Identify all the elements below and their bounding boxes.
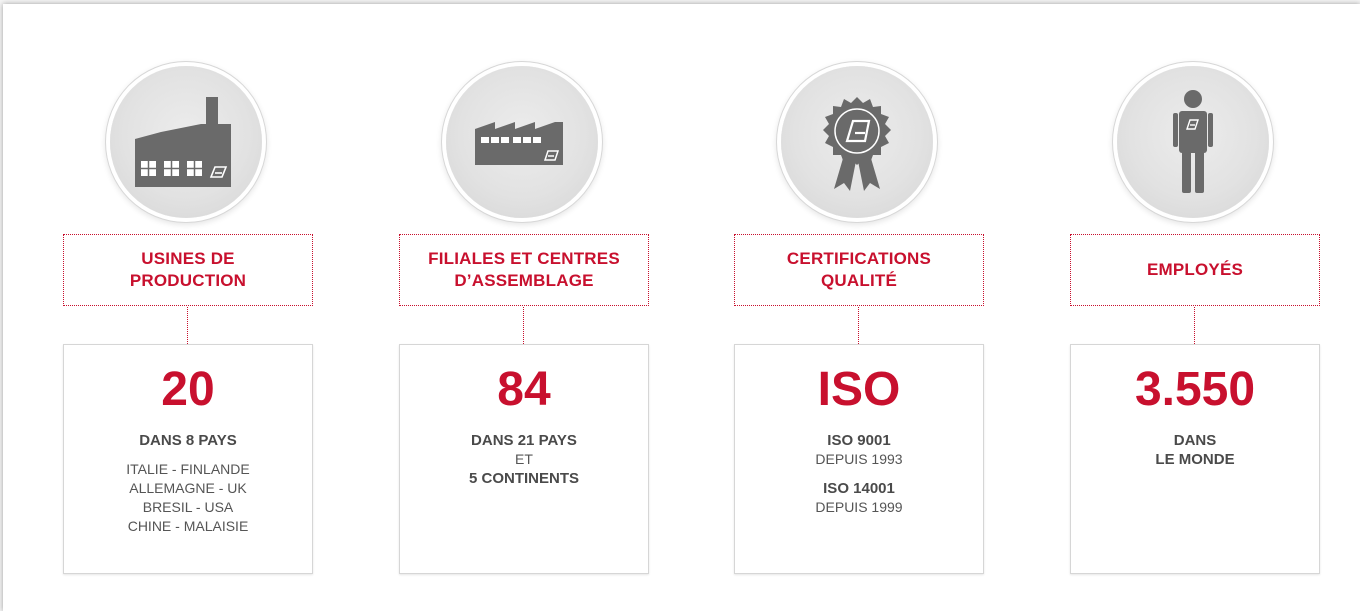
dotted-connector — [858, 307, 859, 344]
factories-detail: BRESIL - USA — [142, 499, 234, 515]
factories-card: 20 DANS 8 PAYS ITALIE - FINLANDE ALLEMAG… — [63, 344, 313, 574]
certification-since: DEPUIS 1999 — [815, 499, 903, 515]
dotted-connector — [187, 307, 188, 344]
dotted-connector — [523, 307, 524, 344]
certifications-value: ISO — [817, 363, 901, 416]
certification-since: DEPUIS 1993 — [815, 451, 903, 467]
assembly-plant-icon — [475, 122, 563, 165]
dotted-connector — [1194, 307, 1195, 344]
subsidiaries-value: 84 — [497, 363, 551, 416]
certification-name: ISO 14001 — [823, 480, 895, 497]
factories-detail: ITALIE - FINLANDE — [126, 461, 250, 477]
employees-title-line1: EMPLOYÉS — [1146, 260, 1244, 279]
factories-detail: ALLEMAGNE - UK — [129, 480, 247, 496]
subsidiaries-conjunction: ET — [515, 451, 533, 467]
factories-title-line1: USINES DE — [141, 249, 235, 268]
employees-card: 3.550 DANS LE MONDE — [1070, 344, 1320, 574]
factories-title-line2: PRODUCTION — [129, 271, 247, 290]
stat-column-employees: EMPLOYÉS 3.550 DANS LE MONDE — [1070, 4, 1320, 611]
employee-icon — [1173, 90, 1213, 193]
factory-icon — [135, 97, 231, 187]
subsidiaries-countries: DANS 21 PAYS — [471, 432, 577, 449]
infographic-panel: USINES DE PRODUCTION 20 DANS 8 PAYS ITAL… — [3, 4, 1360, 611]
employees-title: EMPLOYÉS — [1070, 234, 1320, 306]
employees-value: 3.550 — [1134, 363, 1256, 416]
stat-column-factories: USINES DE PRODUCTION 20 DANS 8 PAYS ITAL… — [63, 4, 313, 611]
subsidiaries-card: 84 DANS 21 PAYS ET 5 CONTINENTS — [399, 344, 649, 574]
stat-column-certifications: CERTIFICATIONS QUALITÉ ISO ISO 9001 DEPU… — [734, 4, 984, 611]
subsidiaries-title: FILIALES ET CENTRES D’ASSEMBLAGE — [399, 234, 649, 306]
stat-column-subsidiaries: FILIALES ET CENTRES D’ASSEMBLAGE 84 DANS… — [399, 4, 649, 611]
factories-subtitle: DANS 8 PAYS — [139, 432, 237, 449]
employees-line1: DANS — [1173, 432, 1217, 449]
certifications-title-line2: QUALITÉ — [820, 271, 897, 290]
subsidiaries-continents: 5 CONTINENTS — [468, 470, 579, 487]
employee-icon-circle — [1117, 66, 1269, 218]
certification-badge-icon — [823, 97, 891, 191]
assembly-icon-circle — [446, 66, 598, 218]
subsidiaries-title-line2: D’ASSEMBLAGE — [454, 271, 594, 290]
certification-icon-circle — [781, 66, 933, 218]
certifications-title: CERTIFICATIONS QUALITÉ — [734, 234, 984, 306]
certifications-title-line1: CERTIFICATIONS — [786, 249, 932, 268]
factories-detail: CHINE - MALAISIE — [127, 518, 249, 534]
factory-icon-circle — [110, 66, 262, 218]
certifications-card: ISO ISO 9001 DEPUIS 1993 ISO 14001 DEPUI… — [734, 344, 984, 574]
certification-name: ISO 9001 — [827, 432, 891, 449]
factories-title: USINES DE PRODUCTION — [63, 234, 313, 306]
subsidiaries-title-line1: FILIALES ET CENTRES — [428, 249, 620, 268]
factories-value: 20 — [161, 363, 215, 416]
employees-line2: LE MONDE — [1155, 451, 1235, 468]
